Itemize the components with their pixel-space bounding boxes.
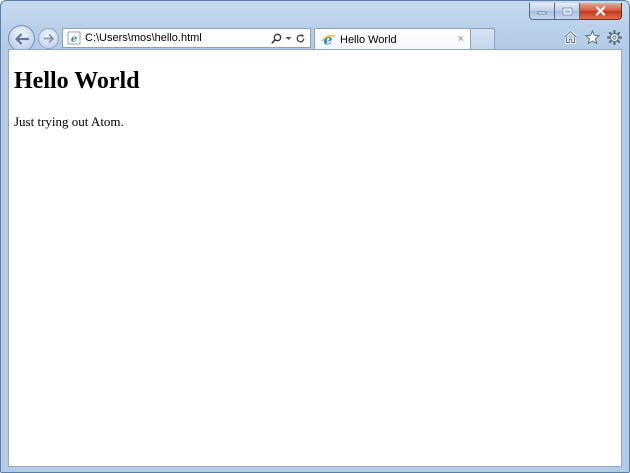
forward-button[interactable] (38, 28, 59, 49)
minimize-button[interactable] (529, 3, 555, 20)
page-viewport: Hello World Just trying out Atom. (8, 49, 622, 467)
forward-arrow-icon (43, 34, 54, 43)
close-button[interactable] (580, 3, 622, 20)
home-icon[interactable] (562, 29, 578, 45)
ie-logo-icon: e (320, 32, 336, 48)
minimize-icon (537, 11, 547, 15)
back-button[interactable] (8, 25, 35, 52)
tab-label: Hello World (340, 33, 397, 46)
back-arrow-icon (14, 32, 29, 45)
new-tab-button[interactable] (471, 28, 495, 50)
ie-page-icon: e (66, 30, 82, 46)
search-icon[interactable] (271, 33, 282, 44)
favorites-star-icon[interactable] (584, 29, 600, 45)
caption-buttons (529, 3, 622, 20)
tab-close-button[interactable]: × (458, 34, 464, 45)
refresh-icon[interactable] (295, 33, 306, 44)
tab-hello-world[interactable]: e Hello World × (314, 28, 471, 50)
settings-gear-icon[interactable] (606, 29, 622, 45)
address-url[interactable]: C:\Users\mos\hello.html (85, 32, 271, 44)
maximize-icon (562, 7, 572, 15)
address-bar[interactable]: e C:\Users\mos\hello.html (62, 28, 311, 48)
toolbar-icons (562, 29, 622, 45)
svg-text:e: e (323, 33, 332, 48)
page-paragraph: Just trying out Atom. (14, 114, 124, 129)
page-heading: Hello World (14, 68, 140, 94)
close-icon (595, 6, 606, 16)
address-tools (271, 33, 306, 44)
dropdown-icon[interactable] (285, 36, 292, 41)
svg-text:e: e (71, 34, 77, 45)
browser-window: e C:\Users\mos\hello.html e Hello World … (0, 0, 630, 473)
maximize-button[interactable] (555, 3, 580, 20)
